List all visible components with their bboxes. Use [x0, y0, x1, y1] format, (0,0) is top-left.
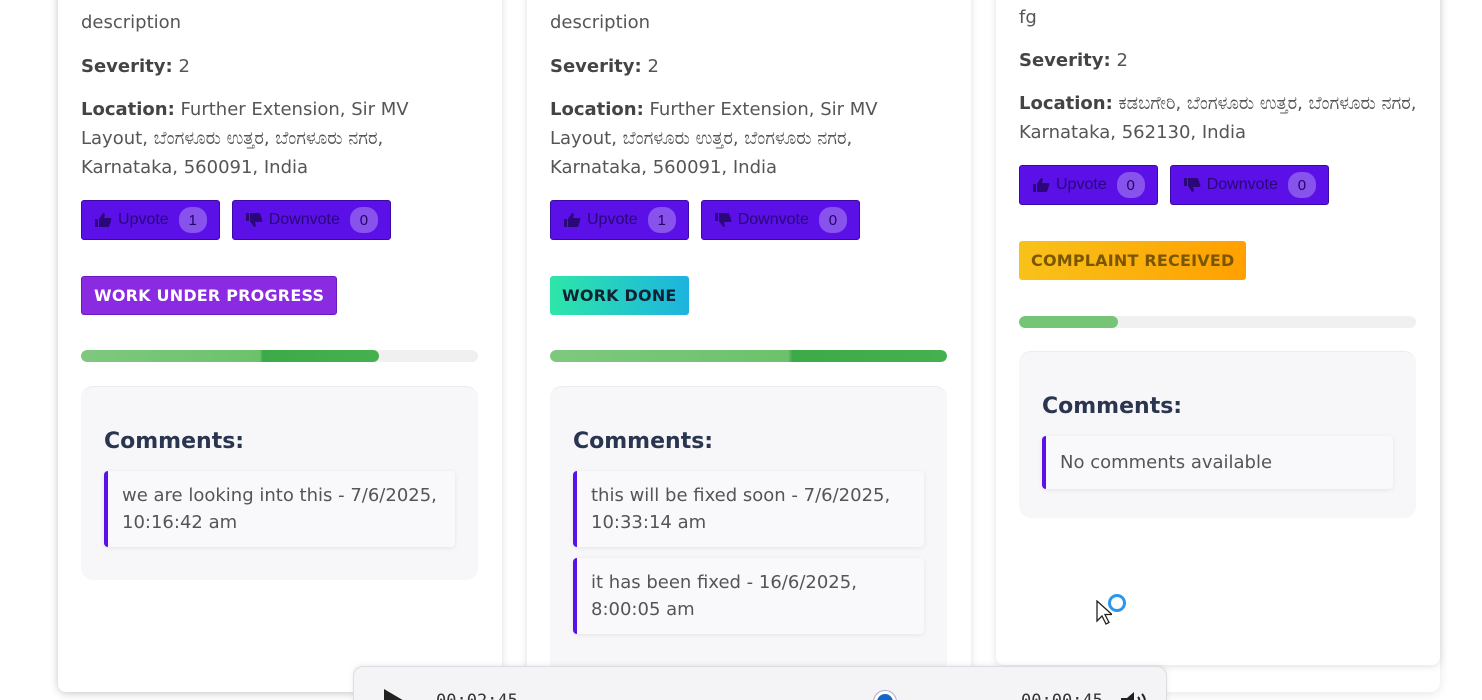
volume-icon[interactable]	[1119, 689, 1149, 700]
seek-slider-handle[interactable]	[874, 691, 896, 700]
comment-item: we are looking into this - 7/6/2025, 10:…	[104, 471, 455, 547]
upvote-count: 1	[178, 207, 207, 233]
upvote-label: Upvote	[1056, 176, 1107, 193]
downvote-button[interactable]: Downvote 0	[231, 200, 391, 240]
location-row: Location: Further Extension, Sir MV Layo…	[81, 95, 479, 182]
progress-bar	[1019, 316, 1416, 328]
comments-section: Comments: we are looking into this - 7/6…	[81, 386, 478, 580]
location-label: Location:	[550, 99, 644, 120]
severity-row: Severity: 2	[81, 52, 479, 81]
thumbs-down-icon	[1183, 178, 1201, 192]
upvote-button[interactable]: Upvote 0	[1019, 165, 1158, 205]
comment-item: it has been fixed - 16/6/2025, 8:00:05 a…	[573, 558, 924, 634]
severity-label: Severity:	[81, 56, 173, 77]
severity-value: 2	[1116, 50, 1128, 71]
play-icon[interactable]	[384, 689, 406, 700]
complaint-card: fg Severity: 2 Location: ಕಡಬಗೇರಿ, ಬೆಂಗಳೂ…	[996, 0, 1440, 665]
downvote-count: 0	[818, 207, 847, 233]
severity-row: Severity: 2	[550, 52, 948, 81]
upvote-button[interactable]: Upvote 1	[81, 200, 220, 240]
vote-buttons: Upvote 1 Downvote 0	[550, 200, 860, 240]
upvote-label: Upvote	[587, 211, 638, 228]
location-label: Location:	[1019, 93, 1113, 114]
complaint-description: description	[550, 12, 651, 33]
downvote-button[interactable]: Downvote 0	[700, 200, 860, 240]
loading-spinner-icon	[1108, 594, 1126, 612]
downvote-label: Downvote	[1206, 176, 1278, 193]
comments-section: Comments: No comments available	[1019, 351, 1416, 518]
progress-bar	[550, 350, 947, 362]
comments-title: Comments:	[1042, 394, 1183, 419]
comments-title: Comments:	[104, 429, 245, 454]
progress-fill	[1019, 316, 1119, 328]
progress-fill	[550, 350, 947, 362]
complaint-description: description	[81, 12, 182, 33]
downvote-label: Downvote	[737, 211, 809, 228]
audio-player: 00:02:45 00:00:45	[353, 666, 1167, 700]
progress-fill	[81, 350, 379, 362]
location-label: Location:	[81, 99, 175, 120]
severity-value: 2	[647, 56, 659, 77]
status-badge: WORK DONE	[550, 276, 689, 315]
comments-title: Comments:	[573, 429, 714, 454]
complaint-card: description Severity: 2 Location: Furthe…	[527, 0, 971, 692]
comment-item: this will be fixed soon - 7/6/2025, 10:3…	[573, 471, 924, 547]
severity-label: Severity:	[1019, 50, 1111, 71]
severity-label: Severity:	[550, 56, 642, 77]
vote-buttons: Upvote 0 Downvote 0	[1019, 165, 1329, 205]
thumbs-up-icon	[1033, 178, 1050, 192]
downvote-count: 0	[1287, 172, 1316, 198]
upvote-count: 1	[647, 207, 676, 233]
current-time: 00:02:45	[436, 691, 518, 700]
vote-buttons: Upvote 1 Downvote 0	[81, 200, 391, 240]
severity-row: Severity: 2	[1019, 46, 1417, 75]
comments-section: Comments: this will be fixed soon - 7/6/…	[550, 386, 947, 676]
thumbs-down-icon	[245, 213, 263, 227]
thumbs-up-icon	[564, 213, 581, 227]
thumbs-down-icon	[714, 213, 732, 227]
downvote-button[interactable]: Downvote 0	[1169, 165, 1329, 205]
location-row: Location: ಕಡಬಗೇರಿ, ಬೆಂಗಳೂರು ಉತ್ತರ, ಬೆಂಗಳ…	[1019, 89, 1417, 147]
downvote-label: Downvote	[268, 211, 340, 228]
comment-item: No comments available	[1042, 436, 1393, 489]
upvote-button[interactable]: Upvote 1	[550, 200, 689, 240]
downvote-count: 0	[349, 207, 378, 233]
status-badge: WORK UNDER PROGRESS	[81, 276, 338, 315]
complaint-description: fg	[1019, 7, 1037, 28]
duration-time: 00:00:45	[1021, 691, 1103, 700]
progress-bar	[81, 350, 478, 362]
status-badge: COMPLAINT RECEIVED	[1019, 241, 1247, 280]
location-row: Location: Further Extension, Sir MV Layo…	[550, 95, 948, 182]
thumbs-up-icon	[95, 213, 112, 227]
upvote-label: Upvote	[118, 211, 169, 228]
complaint-card: description Severity: 2 Location: Furthe…	[58, 0, 502, 692]
severity-value: 2	[178, 56, 190, 77]
upvote-count: 0	[1116, 172, 1145, 198]
